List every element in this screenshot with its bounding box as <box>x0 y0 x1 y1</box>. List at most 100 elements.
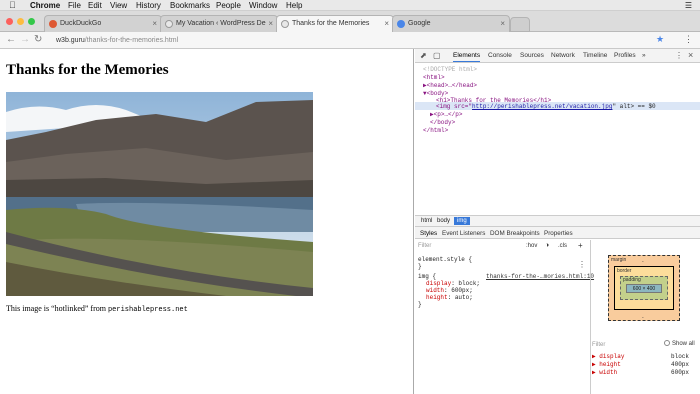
dom-body-close[interactable]: </body> <box>430 119 455 126</box>
img-selector[interactable]: img { <box>418 273 436 280</box>
menu-chrome[interactable]: Chrome <box>30 0 60 11</box>
page-heading: Thanks for the Memories <box>6 62 169 78</box>
tab-label: Google <box>408 20 431 27</box>
tab-thanks-for-the-memories[interactable]: Thanks for the Memories × <box>276 15 394 32</box>
dom-html-close[interactable]: </html> <box>423 127 448 134</box>
url-host: w3b.guru <box>56 37 85 44</box>
tab-label: DuckDuckGo <box>60 20 102 27</box>
menu-people[interactable]: People <box>216 0 241 11</box>
border-label: border <box>617 268 632 274</box>
close-tab-icon[interactable]: × <box>152 16 157 32</box>
margin-bottom-value: - <box>642 315 644 321</box>
forward-icon[interactable]: → <box>20 34 30 45</box>
menu-list-icon[interactable]: ☰ <box>685 0 692 11</box>
css-declaration[interactable]: display: block; <box>426 280 480 287</box>
devtools-more-tabs[interactable]: » <box>642 52 646 59</box>
devtools-tab-console[interactable]: Console <box>488 52 512 59</box>
devtools-tab-elements[interactable]: Elements <box>453 52 481 62</box>
devtools-tab-sources[interactable]: Sources <box>520 52 544 59</box>
menu-help[interactable]: Help <box>286 0 302 11</box>
css-declaration[interactable]: width: 600px; <box>426 287 473 294</box>
url-path: /thanks-for-the-memories.html <box>84 37 179 44</box>
page-favicon-icon <box>281 20 289 28</box>
color-settings-icon[interactable]: ◑ <box>545 242 549 249</box>
devtools-tab-timeline[interactable]: Timeline <box>583 52 607 59</box>
breadcrumb-img[interactable]: img <box>454 217 470 225</box>
element-style-rule[interactable]: element.style { <box>418 256 472 263</box>
computed-row[interactable]: ▶ display <box>592 353 624 360</box>
tab-duckduckgo[interactable]: DuckDuckGo × <box>44 15 162 32</box>
inspect-element-icon[interactable]: ⬈ <box>420 51 427 60</box>
box-model-content[interactable]: 600 × 400 <box>626 284 662 293</box>
devtools-menu-icon[interactable]: ⋮ <box>675 51 683 60</box>
close-tab-icon[interactable]: × <box>500 16 505 32</box>
breadcrumb-body[interactable]: body <box>434 217 453 225</box>
chrome-menu-icon[interactable]: ⋮ <box>684 34 693 45</box>
page-caption: This image is “hotlinked” from perishabl… <box>6 304 188 314</box>
menu-file[interactable]: File <box>68 0 81 11</box>
menu-bookmarks[interactable]: Bookmarks <box>170 0 210 11</box>
hover-state-toggle[interactable]: :hov <box>526 243 537 249</box>
mac-menubar:  Chrome File Edit View History Bookmark… <box>0 0 700 11</box>
styles-filter-input[interactable]: Filter <box>418 243 431 249</box>
google-favicon-icon <box>397 20 405 28</box>
address-bar[interactable]: w3b.guru/thanks-for-the-memories.html <box>56 35 641 46</box>
close-tab-icon[interactable]: × <box>384 16 389 32</box>
show-all-label: Show all <box>672 341 695 347</box>
style-source-link[interactable]: thanks-for-the-…mories.html:10 <box>486 273 594 280</box>
tab-google[interactable]: Google × <box>392 15 510 32</box>
apple-icon[interactable]:  <box>9 0 16 11</box>
subtab-dom-breakpoints[interactable]: DOM Breakpoints <box>490 230 540 237</box>
dom-head[interactable]: ▶<head>…</head> <box>423 82 477 89</box>
menu-edit[interactable]: Edit <box>88 0 102 11</box>
menu-view[interactable]: View <box>110 0 127 11</box>
css-declaration[interactable]: height: auto; <box>426 294 473 301</box>
styles-more-icon[interactable]: ⋮ <box>578 260 586 269</box>
device-mode-icon[interactable]: ▢ <box>433 51 441 60</box>
computed-filter-input[interactable]: Filter <box>592 342 605 348</box>
tab-label: Thanks for the Memories <box>292 20 370 27</box>
computed-row[interactable]: ▶ height <box>592 361 621 368</box>
subtab-properties[interactable]: Properties <box>544 230 573 237</box>
reload-icon[interactable]: ↻ <box>34 34 42 45</box>
new-style-rule-button[interactable]: + <box>578 241 583 250</box>
close-tab-icon[interactable]: × <box>268 16 273 32</box>
rule-close: } <box>418 301 422 308</box>
margin-top-value: - <box>642 259 644 265</box>
menu-history[interactable]: History <box>136 0 161 11</box>
padding-label: padding <box>623 277 641 283</box>
back-icon[interactable]: ← <box>6 34 16 45</box>
devtools-tab-network[interactable]: Network <box>551 52 575 59</box>
pane-divider <box>590 240 591 394</box>
dom-doctype: <!DOCTYPE html> <box>423 66 478 73</box>
devtools-close-icon[interactable]: × <box>688 50 693 60</box>
zoom-window-icon[interactable] <box>28 18 35 25</box>
show-all-checkbox[interactable] <box>664 340 670 346</box>
close-window-icon[interactable] <box>6 18 13 25</box>
computed-row[interactable]: ▶ width <box>592 369 617 376</box>
caption-code: perishablepress.net <box>107 306 188 314</box>
computed-value: 600px <box>671 369 690 376</box>
page-favicon-icon <box>165 20 173 28</box>
menu-window[interactable]: Window <box>249 0 277 11</box>
class-toggle[interactable]: .cls <box>558 243 567 249</box>
devtools-tab-profiles[interactable]: Profiles <box>614 52 636 59</box>
bookmark-star-icon[interactable]: ★ <box>656 34 664 45</box>
breadcrumb-html[interactable]: html <box>418 217 435 225</box>
duckduckgo-favicon-icon <box>49 20 57 28</box>
dom-body-open[interactable]: ▼<body> <box>423 90 448 97</box>
margin-label: margin <box>611 257 627 263</box>
vacation-photo <box>6 92 313 296</box>
subtab-styles[interactable]: Styles <box>420 230 437 237</box>
subtab-event-listeners[interactable]: Event Listeners <box>442 230 485 237</box>
img-src-link[interactable]: http://perishablepress.net/vacation.jpg <box>472 103 612 110</box>
dom-html-open[interactable]: <html> <box>423 74 445 81</box>
dom-p[interactable]: ▶<p>…</p> <box>430 111 462 118</box>
computed-value: block <box>671 353 690 360</box>
minimize-window-icon[interactable] <box>17 18 24 25</box>
computed-value: 400px <box>671 361 690 368</box>
tab-label: My Vacation ‹ WordPress De <box>176 20 266 27</box>
dom-img[interactable]: <img src="http://perishablepress.net/vac… <box>436 103 656 110</box>
tab-my-vacation[interactable]: My Vacation ‹ WordPress De × <box>160 15 278 32</box>
new-tab-button[interactable] <box>510 17 530 32</box>
